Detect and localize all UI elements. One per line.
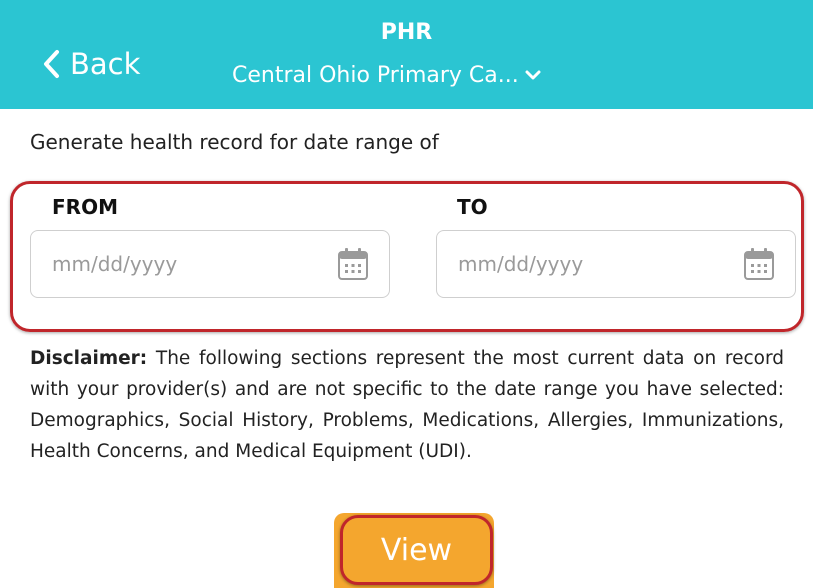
to-date-field[interactable] [436, 230, 796, 298]
from-date-field[interactable] [30, 230, 390, 298]
back-label: Back [70, 47, 141, 81]
view-button[interactable]: View [340, 515, 493, 585]
from-label: FROM [52, 195, 118, 219]
calendar-icon[interactable] [337, 247, 369, 281]
from-date-input[interactable] [50, 251, 337, 277]
to-date-input[interactable] [456, 251, 743, 277]
chevron-left-icon [44, 50, 59, 78]
organization-selector[interactable]: Central Ohio Primary Ca... [232, 58, 541, 92]
page-title: PHR [380, 20, 433, 45]
disclaimer-text: Disclaimer: The following sections repre… [30, 343, 784, 467]
back-button[interactable]: Back [42, 44, 140, 84]
to-label: TO [457, 195, 488, 219]
intro-text: Generate health record for date range of [30, 130, 439, 154]
app-header: Back PHR Central Ohio Primary Ca... [0, 0, 813, 109]
organization-name: Central Ohio Primary Ca... [232, 62, 519, 88]
chevron-down-icon [525, 70, 541, 80]
calendar-icon[interactable] [743, 247, 775, 281]
disclaimer-prefix: Disclaimer: [30, 348, 148, 369]
